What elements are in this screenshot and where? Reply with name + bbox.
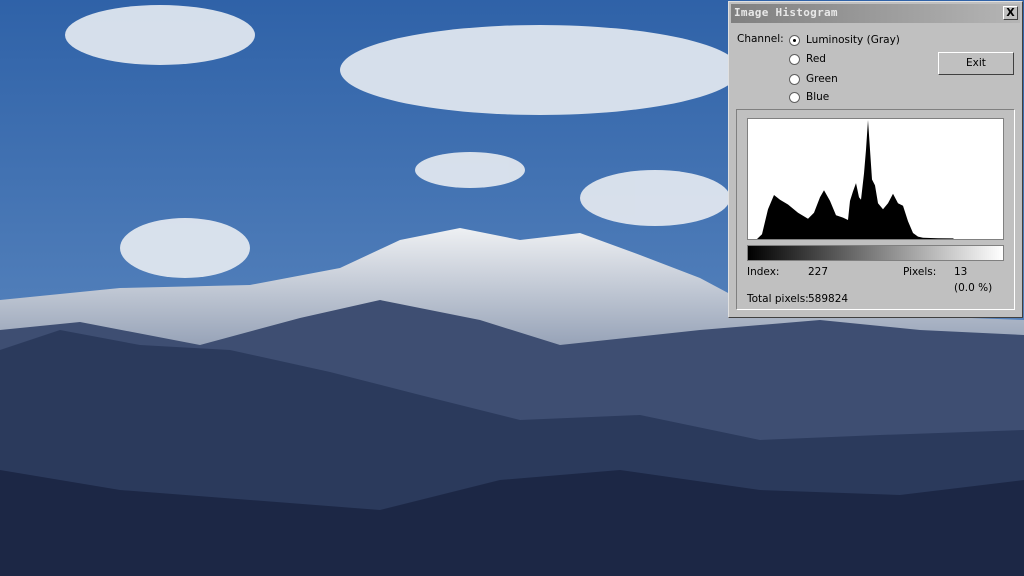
radio-label: Green (806, 73, 838, 85)
image-histogram-dialog: Image Histogram X Channel: Luminosity (G… (728, 1, 1023, 318)
pixels-value: 13 (954, 266, 968, 278)
radio-button[interactable] (789, 91, 800, 103)
index-label: Index: (747, 266, 780, 278)
pixels-percent: (0.0 %) (954, 282, 993, 294)
radio-button[interactable] (789, 34, 800, 46)
radio-label: Blue (806, 91, 830, 103)
radio-blue[interactable]: Blue (789, 91, 829, 103)
total-pixels-label: Total pixels: (747, 293, 809, 305)
radio-button[interactable] (789, 73, 800, 85)
radio-green[interactable]: Green (789, 73, 838, 85)
histogram-plot[interactable] (747, 118, 1004, 240)
dialog-title: Image Histogram (731, 4, 1020, 23)
radio-label: Luminosity (Gray) (806, 34, 900, 46)
radio-label: Red (806, 53, 826, 65)
channel-label: Channel: (737, 33, 784, 45)
histogram-panel: Index: 227 Pixels: 13 (0.0 %) Total pixe… (736, 109, 1015, 310)
grayscale-gradient-bar (747, 245, 1004, 261)
radio-button[interactable] (789, 53, 800, 65)
exit-button[interactable]: Exit (938, 52, 1014, 75)
pixels-label: Pixels: (903, 266, 937, 278)
close-button[interactable]: X (1003, 6, 1018, 20)
histogram-area (748, 120, 1003, 239)
radio-luminosity[interactable]: Luminosity (Gray) (789, 34, 900, 46)
total-pixels-value: 589824 (808, 293, 849, 305)
index-value: 227 (808, 266, 829, 278)
radio-red[interactable]: Red (789, 53, 826, 65)
